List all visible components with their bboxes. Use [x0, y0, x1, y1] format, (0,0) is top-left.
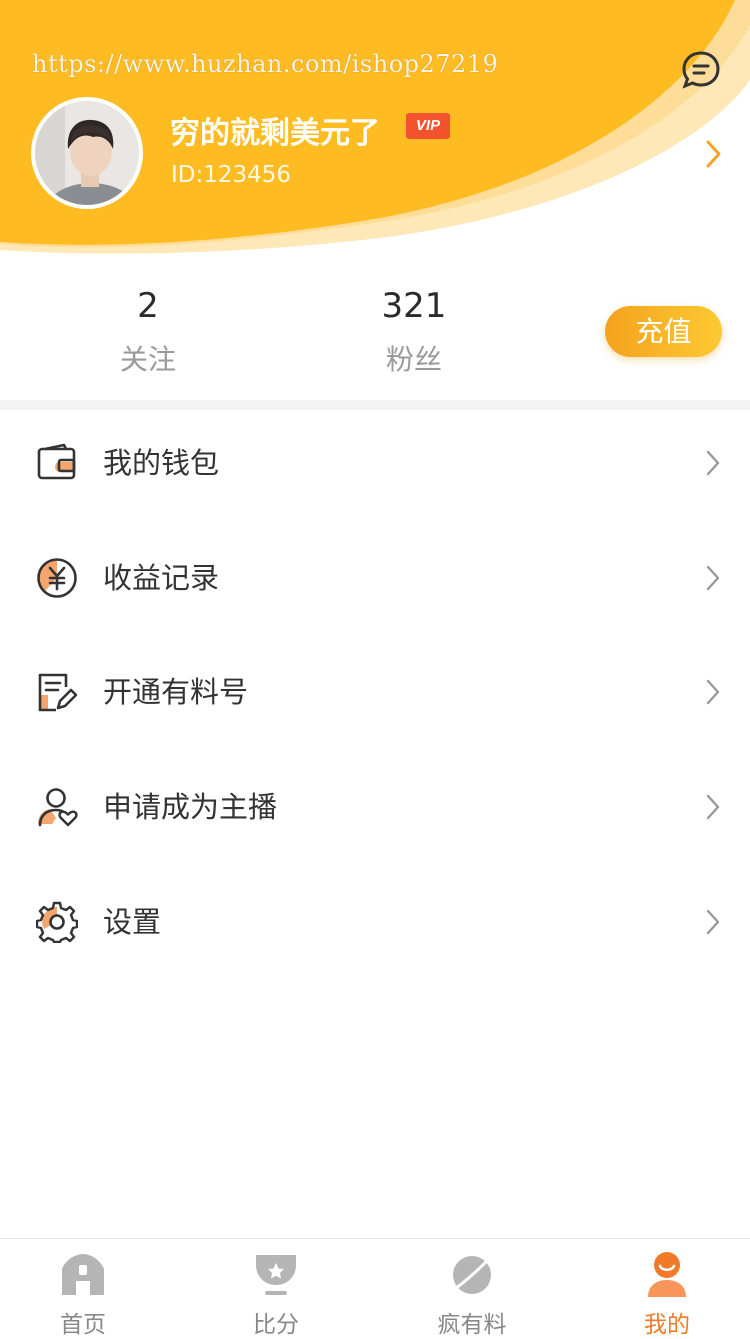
- tab-mine[interactable]: 我的: [592, 1239, 742, 1338]
- menu-item-settings[interactable]: 设置: [0, 865, 750, 980]
- wallet-icon: [36, 442, 78, 484]
- watermark-url: https://www.huzhan.com/ishop27219: [32, 50, 499, 78]
- chevron-right-icon: [704, 448, 722, 478]
- edit-document-icon: [36, 671, 78, 713]
- menu-label-settings: 设置: [103, 905, 162, 939]
- stat-fans[interactable]: 321 粉丝: [314, 284, 514, 378]
- avatar[interactable]: [31, 97, 143, 209]
- trophy-icon: [251, 1251, 301, 1299]
- profile-chevron-right-icon[interactable]: [702, 138, 724, 170]
- user-icon: [642, 1251, 692, 1299]
- fans-count: 321: [381, 286, 447, 326]
- profile-header: https://www.huzhan.com/ishop27219 穷的就剩美元…: [0, 0, 750, 270]
- menu-item-become-anchor[interactable]: 申请成为主播: [0, 750, 750, 865]
- following-label: 关注: [119, 343, 176, 376]
- chevron-right-icon: [704, 792, 722, 822]
- home-icon: [58, 1251, 108, 1299]
- recharge-button[interactable]: 充值: [605, 306, 722, 357]
- user-id: ID:123456: [171, 162, 292, 188]
- username: 穷的就剩美元了: [170, 116, 380, 151]
- yen-coin-icon: [36, 557, 78, 599]
- tab-scores[interactable]: 比分: [201, 1239, 351, 1338]
- user-heart-icon: [36, 786, 78, 828]
- tab-news[interactable]: 疯有料: [397, 1239, 547, 1338]
- message-icon[interactable]: [680, 49, 722, 91]
- menu-label-wallet: 我的钱包: [103, 446, 220, 480]
- fans-label: 粉丝: [385, 343, 442, 376]
- gear-icon: [35, 901, 79, 944]
- menu-item-wallet[interactable]: 我的钱包: [0, 406, 750, 521]
- chevron-right-icon: [704, 907, 722, 937]
- vip-badge: VIP: [406, 113, 450, 139]
- menu-label-earnings: 收益记录: [103, 561, 220, 595]
- chevron-right-icon: [704, 677, 722, 707]
- chevron-right-icon: [704, 563, 722, 593]
- stat-following[interactable]: 2 关注: [48, 284, 248, 378]
- bottom-tab-bar: 首页 比分 疯有料 我的: [0, 1238, 750, 1338]
- planet-icon: [447, 1251, 497, 1299]
- menu-item-earnings[interactable]: 收益记录: [0, 521, 750, 636]
- menu-label-open-account: 开通有料号: [103, 675, 249, 709]
- menu-label-become-anchor: 申请成为主播: [103, 790, 278, 824]
- menu-item-open-account[interactable]: 开通有料号: [0, 635, 750, 750]
- tab-home[interactable]: 首页: [8, 1239, 158, 1338]
- following-count: 2: [137, 286, 159, 326]
